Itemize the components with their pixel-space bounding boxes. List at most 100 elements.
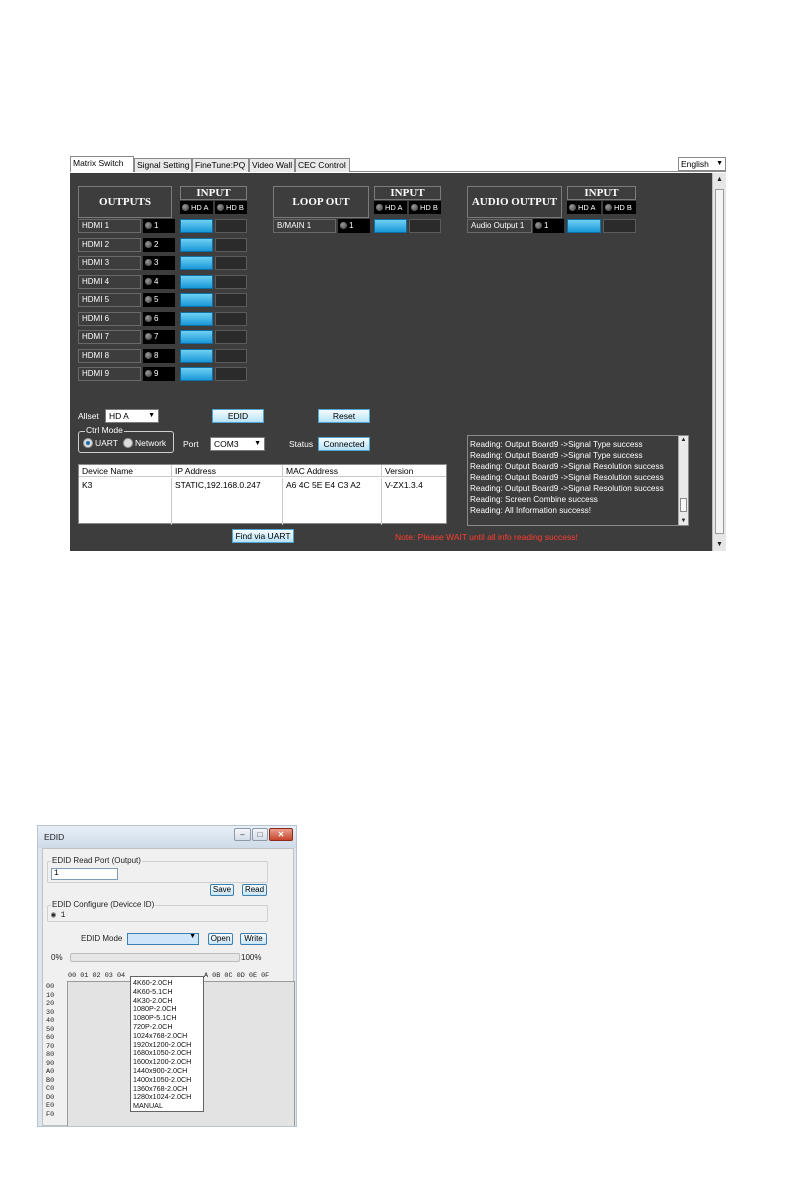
output-label: HDMI 4 bbox=[78, 274, 141, 289]
output-number-text: 4 bbox=[154, 276, 159, 286]
output-route-hd-a[interactable] bbox=[180, 348, 213, 363]
outputs-hd-a-header[interactable]: HD A bbox=[180, 201, 213, 214]
audio-output-header: AUDIO OUTPUT bbox=[467, 186, 562, 218]
output-route-hd-a[interactable] bbox=[180, 330, 213, 344]
scroll-down-icon[interactable]: ▼ bbox=[713, 538, 726, 551]
edid-titlebar[interactable]: EDID – □ ✕ bbox=[38, 826, 296, 848]
minimize-icon[interactable]: – bbox=[234, 828, 251, 841]
log-scroll-thumb[interactable] bbox=[680, 498, 687, 512]
reset-button[interactable]: Reset bbox=[318, 409, 370, 423]
loop-out-hd-a-header[interactable]: HD A bbox=[374, 201, 407, 214]
led-icon bbox=[340, 222, 347, 229]
read-button[interactable]: Read bbox=[242, 884, 267, 896]
output-route-hd-a[interactable] bbox=[180, 237, 213, 252]
column-header-ip-address[interactable]: IP Address bbox=[172, 465, 283, 477]
output-route-hd-b[interactable] bbox=[215, 219, 247, 233]
hex-row-header: C0 bbox=[46, 1085, 55, 1093]
allset-value: HD A bbox=[109, 411, 129, 421]
port-value: COM3 bbox=[214, 439, 239, 449]
output-number[interactable]: 5 bbox=[143, 293, 175, 307]
hd-a-label: HD A bbox=[385, 203, 403, 212]
chevron-down-icon: ▼ bbox=[716, 160, 723, 167]
device-id-radio[interactable]: ◉ 1 bbox=[51, 911, 65, 921]
main-scrollbar[interactable]: ▲ ▼ bbox=[712, 173, 726, 551]
audio-route-hd-a[interactable] bbox=[567, 219, 601, 233]
output-number[interactable]: 1 bbox=[143, 219, 175, 233]
port-select[interactable]: COM3 ▼ bbox=[210, 437, 265, 451]
hd-a-label: HD A bbox=[191, 203, 209, 212]
network-radio[interactable]: Network bbox=[123, 438, 166, 448]
column-header-version[interactable]: Version bbox=[382, 465, 446, 477]
output-route-hd-a[interactable] bbox=[180, 367, 213, 381]
close-icon[interactable]: ✕ bbox=[269, 828, 293, 841]
table-cell-version[interactable]: V-ZX1.3.4 bbox=[382, 478, 446, 525]
output-route-hd-b[interactable] bbox=[215, 274, 247, 289]
table-cell-mac-address[interactable]: A6 4C 5E E4 C3 A2 bbox=[283, 478, 382, 525]
column-header-device-name[interactable]: Device Name bbox=[79, 465, 172, 477]
edid-mode-select[interactable]: ▼ bbox=[127, 933, 199, 945]
output-route-hd-b[interactable] bbox=[215, 367, 247, 381]
loop-out-number[interactable]: 1 bbox=[338, 219, 370, 233]
audio-route-hd-b[interactable] bbox=[603, 219, 636, 233]
language-select[interactable]: English ▼ bbox=[678, 157, 726, 171]
main-scroll-thumb[interactable] bbox=[715, 189, 724, 534]
write-button[interactable]: Write bbox=[240, 933, 267, 945]
status-label: Status bbox=[289, 439, 314, 449]
output-route-hd-b[interactable] bbox=[215, 330, 247, 344]
output-number[interactable]: 7 bbox=[143, 330, 175, 344]
dropdown-option[interactable]: MANUAL bbox=[132, 1102, 203, 1111]
loop-out-hd-b-header[interactable]: HD B bbox=[409, 201, 441, 214]
output-number[interactable]: 2 bbox=[143, 237, 175, 252]
output-route-hd-a[interactable] bbox=[180, 274, 213, 289]
save-button[interactable]: Save bbox=[210, 884, 234, 896]
tab-cec-control[interactable]: CEC Control bbox=[295, 158, 350, 172]
maximize-icon[interactable]: □ bbox=[252, 828, 268, 841]
column-header-mac-address[interactable]: MAC Address bbox=[283, 465, 382, 477]
output-route-hd-b[interactable] bbox=[215, 256, 247, 270]
scroll-up-icon[interactable]: ▲ bbox=[679, 437, 688, 443]
log-box[interactable]: Reading: Output Board9 ->Signal Type suc… bbox=[467, 435, 689, 526]
loop-out-route-hd-b[interactable] bbox=[409, 219, 441, 233]
audio-hd-b-header[interactable]: HD B bbox=[603, 201, 636, 214]
output-number[interactable]: 4 bbox=[143, 274, 175, 289]
table-cell-ip-address[interactable]: STATIC,192.168.0.247 bbox=[172, 478, 283, 525]
audio-output-number[interactable]: 1 bbox=[533, 219, 564, 233]
scroll-down-icon[interactable]: ▼ bbox=[679, 518, 688, 524]
allset-select[interactable]: HD A ▼ bbox=[105, 409, 159, 423]
output-route-hd-b[interactable] bbox=[215, 237, 247, 252]
output-number[interactable]: 3 bbox=[143, 256, 175, 270]
tab-signal-setting[interactable]: Signal Setting bbox=[134, 158, 192, 172]
output-route-hd-b[interactable] bbox=[215, 348, 247, 363]
loop-out-label: B/MAIN 1 bbox=[273, 219, 336, 233]
table-cell-device-name[interactable]: K3 bbox=[79, 478, 172, 525]
led-icon bbox=[535, 222, 542, 229]
scroll-up-icon[interactable]: ▲ bbox=[713, 173, 726, 186]
output-route-hd-a[interactable] bbox=[180, 293, 213, 307]
tab-finetune-pq[interactable]: FineTune:PQ bbox=[192, 158, 249, 172]
output-number[interactable]: 8 bbox=[143, 348, 175, 363]
audio-hd-a-header[interactable]: HD A bbox=[567, 201, 601, 214]
output-route-hd-b[interactable] bbox=[215, 311, 247, 326]
output-route-hd-b[interactable] bbox=[215, 293, 247, 307]
output-route-hd-a[interactable] bbox=[180, 311, 213, 326]
uart-label: UART bbox=[95, 438, 118, 448]
output-route-hd-a[interactable] bbox=[180, 256, 213, 270]
output-route-hd-a[interactable] bbox=[180, 219, 213, 233]
edid-button[interactable]: EDID bbox=[212, 409, 264, 423]
output-number-text: 8 bbox=[154, 350, 159, 360]
output-number[interactable]: 6 bbox=[143, 311, 175, 326]
log-scrollbar[interactable]: ▲ ▼ bbox=[678, 436, 688, 525]
led-icon bbox=[145, 333, 152, 340]
hex-row-header: E0 bbox=[46, 1102, 55, 1110]
outputs-hd-b-header[interactable]: HD B bbox=[215, 201, 247, 214]
loop-out-route-hd-a[interactable] bbox=[374, 219, 407, 233]
tab-matrix-switch[interactable]: Matrix Switch bbox=[70, 156, 134, 172]
audio-output-number-text: 1 bbox=[544, 221, 549, 230]
uart-radio[interactable]: UART bbox=[83, 438, 118, 448]
hd-b-label: HD B bbox=[226, 203, 244, 212]
find-via-uart-button[interactable]: Find via UART bbox=[232, 529, 294, 543]
tab-video-wall[interactable]: Video Wall bbox=[249, 158, 295, 172]
open-button[interactable]: Open bbox=[208, 933, 233, 945]
output-number[interactable]: 9 bbox=[143, 367, 175, 381]
edid-read-port-input[interactable]: 1 bbox=[51, 868, 118, 880]
